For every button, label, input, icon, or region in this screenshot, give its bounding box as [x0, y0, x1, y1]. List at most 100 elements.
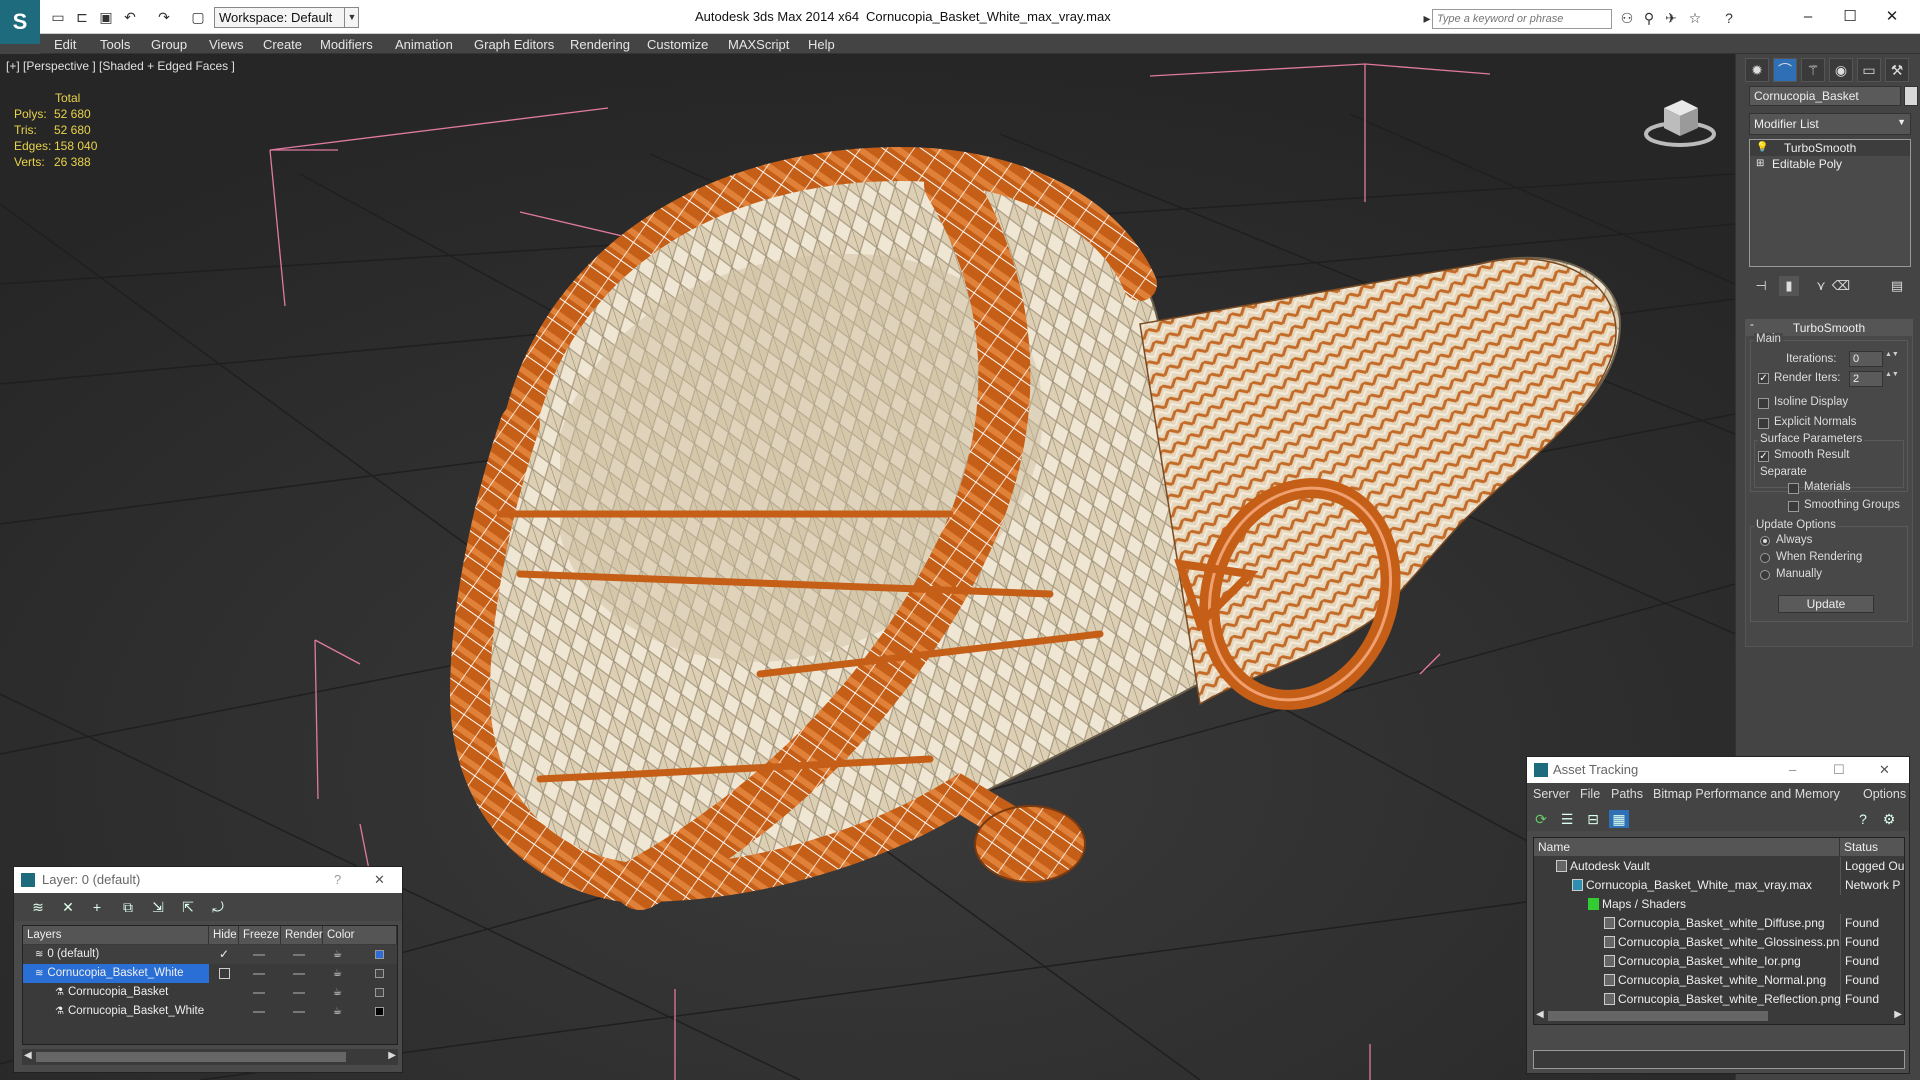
app-logo-icon[interactable]: S	[0, 0, 40, 44]
menu-edit[interactable]: Edit	[54, 37, 76, 52]
horizontal-scrollbar[interactable]: ◀ ▶	[1534, 1008, 1904, 1024]
scroll-right-icon[interactable]: ▶	[388, 1050, 396, 1061]
highlight-layer-icon[interactable]: ⇲	[148, 898, 168, 916]
menu-rendering[interactable]: Rendering	[570, 37, 630, 52]
column-freeze[interactable]: Freeze	[239, 926, 281, 944]
refresh-icon[interactable]: ⟳	[1531, 810, 1551, 828]
maximize-icon[interactable]: ☐	[1833, 757, 1845, 783]
hide-toggle[interactable]	[253, 973, 265, 975]
update-button[interactable]: Update	[1778, 595, 1874, 613]
scroll-right-icon[interactable]: ▶	[1894, 1009, 1902, 1020]
create-tab-icon[interactable]: ✹	[1745, 58, 1769, 82]
menu-server[interactable]: Server	[1533, 787, 1570, 801]
rollout-collapse-icon[interactable]: -	[1750, 319, 1754, 331]
spinner-arrows-icon[interactable]: ▲▼	[1885, 371, 1899, 387]
table-view-icon[interactable]: ▦	[1609, 810, 1629, 828]
close-button[interactable]: ✕	[1874, 6, 1910, 28]
motion-tab-icon[interactable]: ◉	[1829, 58, 1853, 82]
help-icon[interactable]: ?	[1720, 9, 1738, 27]
keyword-search-input[interactable]	[1432, 9, 1612, 29]
isoline-display-checkbox[interactable]	[1758, 398, 1769, 409]
menu-tools[interactable]: Tools	[100, 37, 130, 52]
add-selection-icon[interactable]: +	[87, 898, 107, 916]
spinner-arrows-icon[interactable]: ▲▼	[1885, 351, 1899, 367]
menu-views[interactable]: Views	[209, 37, 243, 52]
list-view-icon[interactable]: ☰	[1557, 810, 1577, 828]
active-layer-box-icon[interactable]	[219, 968, 230, 979]
modifier-stack[interactable]: 💡 TurboSmooth ⊞ Editable Poly	[1749, 139, 1911, 267]
menu-help[interactable]: Help	[808, 37, 835, 52]
table-row[interactable]: Cornucopia_Basket_white_Normal.png Found	[1534, 971, 1904, 990]
always-radio[interactable]	[1760, 536, 1770, 546]
asset-name[interactable]: Cornucopia_Basket_white_Glossiness.png	[1604, 933, 1840, 952]
table-row[interactable]: ⚗ Cornucopia_Basket ☕	[23, 983, 397, 1002]
favorites-star-icon[interactable]: ☆	[1686, 9, 1704, 27]
help-icon[interactable]: ?	[334, 867, 341, 893]
asset-name[interactable]: Cornucopia_Basket_white_Ior.png	[1604, 952, 1840, 971]
smoothing-groups-checkbox[interactable]	[1788, 501, 1799, 512]
table-row[interactable]: Cornucopia_Basket_white_Diffuse.png Foun…	[1534, 914, 1904, 933]
layer-name[interactable]: ≋ Cornucopia_Basket_White	[23, 964, 209, 983]
freeze-toggle[interactable]	[293, 1011, 305, 1013]
select-layer-icon[interactable]: ⧉	[118, 898, 138, 916]
close-icon[interactable]: ✕	[374, 867, 385, 893]
table-row[interactable]: Cornucopia_Basket_White_max_vray.max Net…	[1534, 876, 1904, 895]
utilities-tab-icon[interactable]: ⚒	[1885, 58, 1909, 82]
configure-sets-icon[interactable]: ▤	[1887, 276, 1907, 296]
lightbulb-icon[interactable]: 💡	[1756, 140, 1768, 156]
table-row[interactable]: ⚗ Cornucopia_Basket_White ☕	[23, 1002, 397, 1021]
show-end-result-icon[interactable]: ▮	[1779, 276, 1799, 296]
pin-stack-icon[interactable]: ⊣	[1751, 276, 1771, 296]
render-teapot-icon[interactable]: ☕	[333, 964, 342, 983]
hide-toggle[interactable]	[253, 954, 265, 956]
hide-toggle[interactable]	[253, 992, 265, 994]
menu-options[interactable]: Options	[1863, 787, 1906, 801]
table-row[interactable]: Autodesk Vault Logged Ou	[1534, 857, 1904, 876]
chevron-down-icon[interactable]: ▼	[344, 7, 359, 28]
render-iters-checkbox[interactable]: ✓	[1758, 373, 1769, 384]
object-name-field[interactable]: Cornucopia_Basket	[1749, 86, 1901, 106]
menu-group[interactable]: Group	[151, 37, 187, 52]
redo-icon[interactable]: ↷	[154, 8, 174, 26]
scroll-left-icon[interactable]: ◀	[1536, 1009, 1544, 1020]
freeze-toggle[interactable]	[293, 992, 305, 994]
table-row[interactable]: Cornucopia_Basket_white_Ior.png Found	[1534, 952, 1904, 971]
render-teapot-icon[interactable]: ☕	[333, 1002, 342, 1021]
object-color-swatch[interactable]	[375, 988, 384, 997]
menu-customize[interactable]: Customize	[647, 37, 708, 52]
project-folder-icon[interactable]: ▢	[188, 8, 208, 26]
column-status[interactable]: Status	[1840, 838, 1904, 856]
menu-create[interactable]: Create	[263, 37, 302, 52]
asset-name[interactable]: Cornucopia_Basket_white_Diffuse.png	[1604, 914, 1840, 933]
asset-name[interactable]: Autodesk Vault	[1556, 857, 1840, 876]
stack-item-turbosmooth[interactable]: 💡 TurboSmooth	[1750, 140, 1910, 156]
column-hide[interactable]: Hide	[209, 926, 239, 944]
undo-icon[interactable]: ↶	[120, 8, 140, 26]
asset-name[interactable]: Maps / Shaders	[1588, 895, 1840, 914]
asset-name[interactable]: Cornucopia_Basket_white_Normal.png	[1604, 971, 1840, 990]
column-render[interactable]: Render	[281, 926, 323, 944]
new-layer-icon[interactable]: ≋	[28, 898, 48, 916]
viewcube-icon[interactable]	[1640, 90, 1720, 150]
asset-name[interactable]: Cornucopia_Basket_White_max_vray.max	[1572, 876, 1840, 895]
render-teapot-icon[interactable]: ☕	[333, 945, 342, 964]
iterations-spinner[interactable]: 0	[1849, 351, 1883, 367]
layer-window-title[interactable]: Layer: 0 (default) ? ✕	[14, 867, 402, 893]
binoculars-icon[interactable]: ⚇	[1618, 9, 1636, 27]
render-iters-spinner[interactable]: 2	[1849, 371, 1883, 387]
scroll-left-icon[interactable]: ◀	[24, 1050, 32, 1061]
object-name[interactable]: ⚗ Cornucopia_Basket_White	[23, 1002, 209, 1021]
hide-toggle[interactable]	[253, 1011, 265, 1013]
object-name[interactable]: ⚗ Cornucopia_Basket	[23, 983, 209, 1002]
menu-animation[interactable]: Animation	[395, 37, 453, 52]
display-tab-icon[interactable]: ▭	[1857, 58, 1881, 82]
menu-file[interactable]: File	[1580, 787, 1600, 801]
table-row[interactable]: ≋ 0 (default) ✓ ☕	[23, 945, 397, 964]
layer-name[interactable]: ≋ 0 (default)	[23, 945, 209, 964]
remove-modifier-icon[interactable]: ⌫	[1831, 276, 1851, 296]
subscription-icon[interactable]: ⚲	[1640, 9, 1658, 27]
active-layer-check-icon[interactable]: ✓	[219, 945, 229, 964]
delete-layer-icon[interactable]: ✕	[58, 898, 78, 916]
minimize-button[interactable]: –	[1790, 6, 1826, 28]
make-unique-icon[interactable]: ⋎	[1811, 276, 1831, 296]
